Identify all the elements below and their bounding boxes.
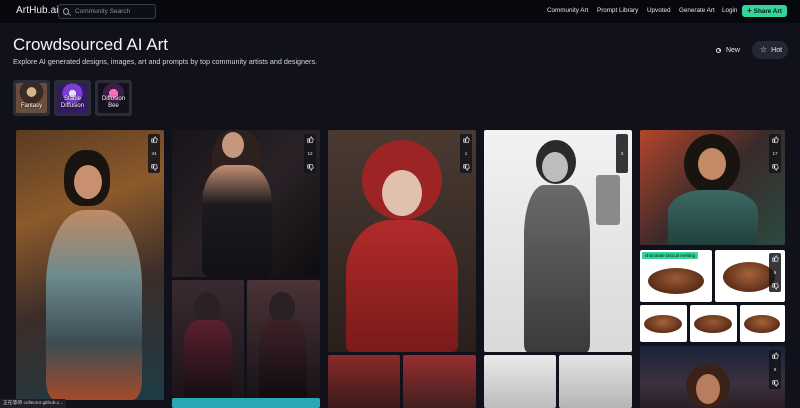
art-card[interactable] — [328, 130, 476, 352]
art-card[interactable] — [640, 305, 687, 342]
art-card[interactable] — [484, 130, 632, 352]
community-search-box[interactable] — [58, 4, 156, 19]
vote-panel: 12 — [304, 134, 316, 173]
artwork-face — [542, 152, 568, 182]
prompt-tag: chocolate biscuit melting — [642, 252, 699, 259]
thumbs-down-icon[interactable] — [306, 164, 314, 171]
artwork-face — [698, 148, 726, 180]
arthub-logo[interactable]: ArtHub.ai — [16, 5, 59, 16]
nav-community-art[interactable]: Community Art — [547, 7, 588, 14]
category-label: Stable — [63, 96, 81, 102]
nav-upvoted[interactable]: Upvoted — [647, 7, 670, 14]
vote-count: 3 — [620, 151, 624, 156]
artwork-face — [382, 170, 422, 216]
nav-login[interactable]: Login — [722, 7, 737, 14]
vote-panel: 3 — [616, 134, 628, 173]
art-card[interactable] — [172, 280, 244, 400]
art-card[interactable] — [640, 346, 785, 408]
art-card[interactable] — [403, 355, 476, 408]
eye-icon — [716, 47, 721, 53]
share-art-button[interactable]: + Share Art — [742, 5, 787, 17]
nav-generate-art[interactable]: Generate Art — [679, 7, 715, 14]
sort-hot-button[interactable]: ☆ Hot — [752, 41, 788, 59]
artwork-body — [202, 165, 272, 277]
search-icon — [63, 8, 69, 15]
thumbs-up-icon[interactable] — [618, 136, 626, 143]
thumbs-down-icon[interactable] — [771, 164, 779, 171]
artwork-biscuit — [648, 268, 704, 294]
browser-status-bar: 正在等待 collector.github.c... — [0, 399, 67, 408]
thumbs-down-icon[interactable] — [771, 380, 779, 387]
art-card[interactable] — [16, 130, 164, 400]
nav-prompt-library[interactable]: Prompt Library — [597, 7, 638, 14]
category-diffusion-bee[interactable]: Diffusion Bee — [95, 80, 132, 116]
art-card[interactable] — [172, 130, 320, 277]
page-subtitle: Explore AI generated designs, images, ar… — [13, 57, 318, 66]
artwork-face — [74, 165, 102, 199]
artwork-biscuit — [723, 262, 775, 292]
artwork-biscuit — [744, 315, 780, 333]
sort-new-button[interactable]: New — [708, 41, 748, 59]
thumbs-up-icon[interactable] — [771, 352, 779, 359]
star-icon: ☆ — [760, 45, 768, 54]
artwork-body — [259, 320, 307, 400]
vote-panel: 44 — [148, 134, 160, 173]
thumbs-up-icon[interactable] — [462, 136, 470, 143]
thumbs-up-icon[interactable] — [771, 255, 779, 262]
vote-count: 12 — [307, 151, 313, 156]
vote-panel: 6 — [769, 253, 781, 292]
artwork-biscuit — [644, 315, 682, 333]
search-input[interactable] — [75, 8, 155, 15]
thumbs-up-icon[interactable] — [306, 136, 314, 143]
art-card[interactable] — [484, 355, 556, 408]
artwork-armor — [524, 185, 590, 352]
art-card[interactable] — [328, 355, 400, 408]
share-art-label: Share Art — [753, 7, 782, 15]
thumbs-up-icon[interactable] — [771, 136, 779, 143]
thumbs-down-icon[interactable] — [771, 283, 779, 290]
vote-count: 1 — [464, 151, 468, 156]
category-label: Fantasy — [20, 103, 43, 109]
artwork-cloak — [346, 220, 458, 352]
artwork-body — [668, 190, 758, 245]
sort-hot-label: Hot — [771, 46, 783, 54]
vote-panel: 17 — [769, 134, 781, 173]
artwork-backpack — [596, 175, 620, 225]
thumbs-down-icon[interactable] — [462, 164, 470, 171]
thumbs-down-icon[interactable] — [150, 164, 158, 171]
art-card[interactable] — [640, 130, 785, 245]
plus-icon: + — [747, 6, 752, 15]
vote-count: 44 — [151, 151, 157, 156]
art-card[interactable] — [247, 280, 320, 400]
category-fantasy[interactable]: Fantasy — [13, 80, 50, 116]
top-navigation-bar: ArtHub.ai Community Art Prompt Library U… — [0, 0, 800, 23]
artwork-body — [184, 320, 232, 400]
vote-panel: 9 — [769, 350, 781, 389]
category-label: Bee — [108, 103, 119, 109]
artwork-body — [46, 210, 142, 400]
vote-count: 9 — [773, 367, 777, 372]
artwork-biscuit — [694, 315, 732, 333]
art-card[interactable] — [172, 398, 320, 408]
category-label: Diffusion — [101, 96, 126, 102]
vote-count: 17 — [772, 151, 778, 156]
category-stable-diffusion[interactable]: Stable Diffusion — [54, 80, 91, 116]
page-title: Crowdsourced AI Art — [13, 35, 168, 54]
art-card[interactable] — [559, 355, 632, 408]
art-card[interactable] — [740, 305, 785, 342]
artwork-face — [222, 132, 244, 158]
thumbs-up-icon[interactable] — [150, 136, 158, 143]
art-card[interactable] — [690, 305, 737, 342]
artwork-face — [696, 374, 720, 404]
vote-panel: 1 — [460, 134, 472, 173]
sort-new-label: New — [725, 46, 740, 54]
thumbs-down-icon[interactable] — [618, 164, 626, 171]
vote-count: 6 — [773, 270, 777, 275]
category-label: Diffusion — [60, 103, 85, 109]
